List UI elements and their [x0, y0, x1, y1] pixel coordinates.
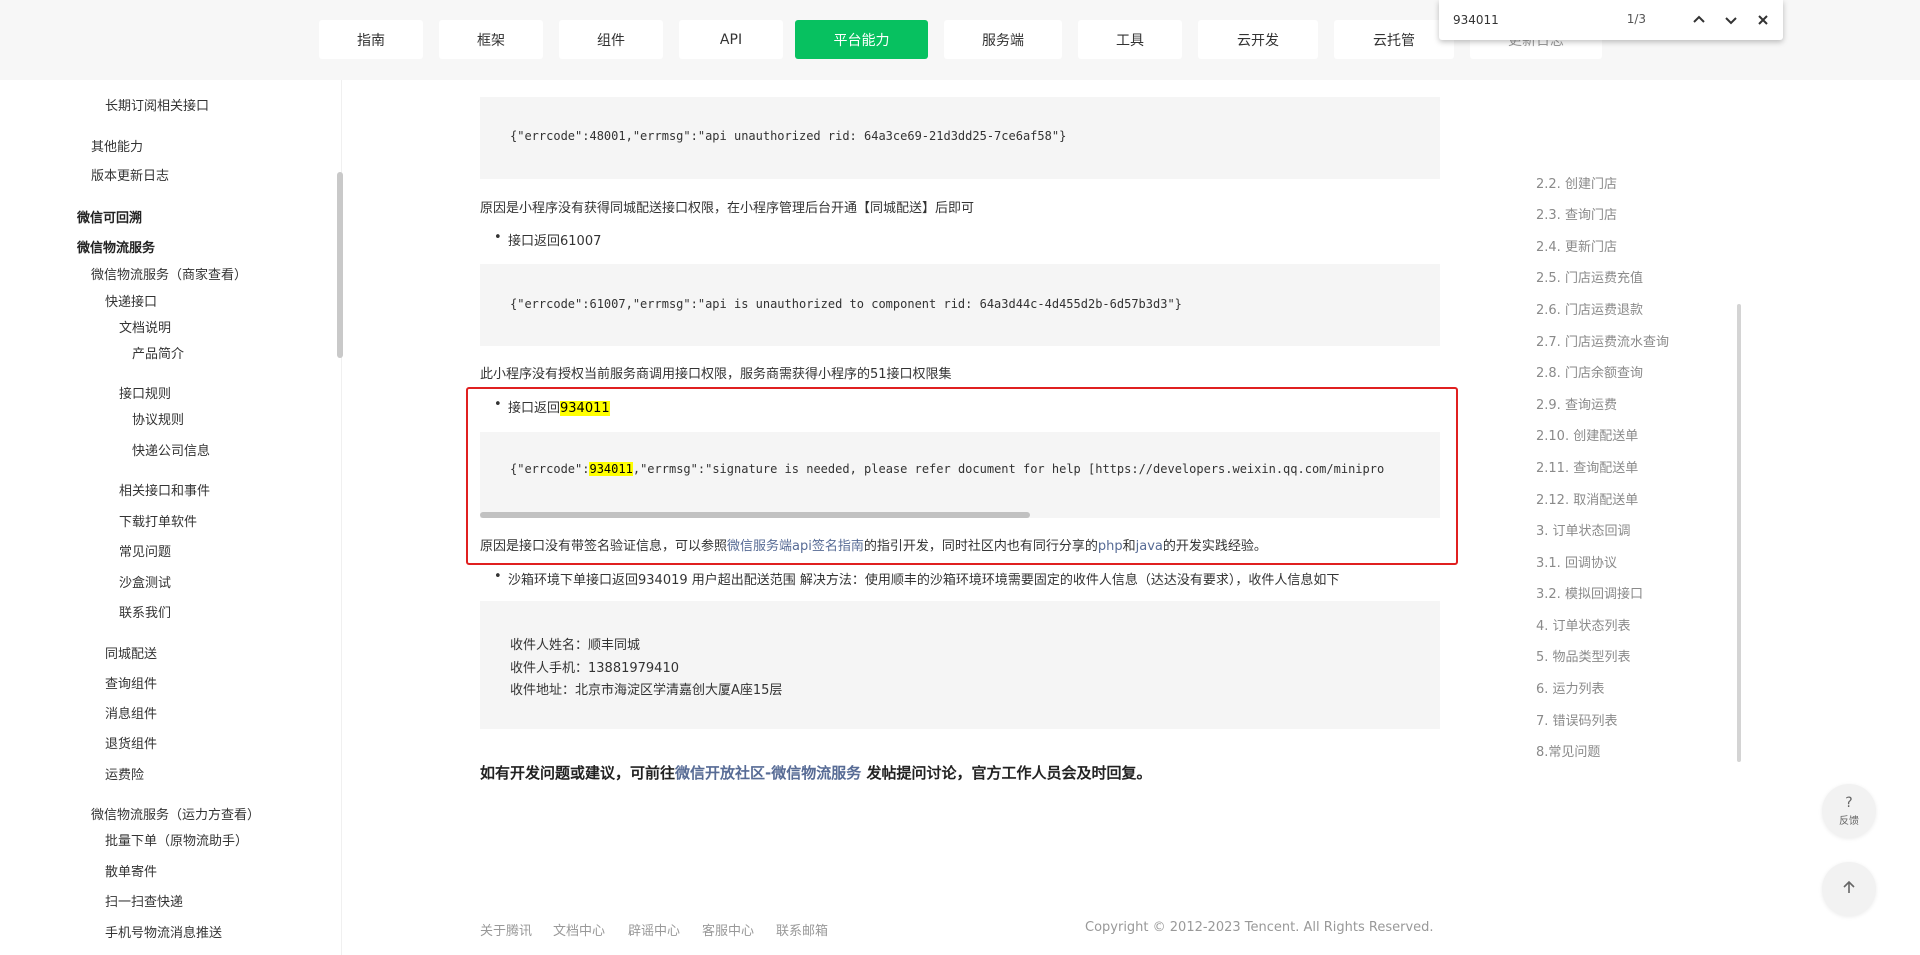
paragraph: 原因是小程序没有获得同城配送接口权限，在小程序管理后台开通【同城配送】后即可: [480, 201, 975, 216]
toc-item[interactable]: 3.1. 回调协议: [1536, 552, 1617, 571]
toc-scrollbar[interactable]: [1737, 304, 1741, 762]
sidebar-item[interactable]: 联系我们: [119, 602, 171, 621]
sidebar-item[interactable]: 产品简介: [132, 343, 184, 362]
sidebar-item[interactable]: 相关接口和事件: [119, 480, 210, 499]
toc-item[interactable]: 2.11. 查询配送单: [1536, 457, 1638, 476]
footer-link-service[interactable]: 客服中心: [702, 920, 754, 939]
footer-link-docs[interactable]: 文档中心: [553, 920, 605, 939]
tab-server[interactable]: 服务端: [944, 20, 1062, 59]
sidebar-item[interactable]: 散单寄件: [105, 861, 157, 880]
sidebar-item[interactable]: 其他能力: [91, 136, 143, 155]
tab-tools[interactable]: 工具: [1078, 20, 1182, 59]
toc-item[interactable]: 2.7. 门店运费流水查询: [1536, 331, 1669, 350]
sidebar-item[interactable]: 消息组件: [105, 703, 157, 722]
chevron-down-icon[interactable]: [1719, 8, 1743, 32]
toc-item[interactable]: 3.2. 模拟回调接口: [1536, 583, 1643, 602]
toc-item[interactable]: 2.8. 门店余额查询: [1536, 362, 1643, 381]
toc-item[interactable]: 2.4. 更新门店: [1536, 236, 1617, 255]
tab-cloud-hosting[interactable]: 云托管: [1334, 20, 1454, 59]
footer-link-about[interactable]: 关于腾讯: [480, 920, 532, 939]
code-block: {"errcode":48001,"errmsg":"api unauthori…: [480, 97, 1440, 179]
tab-guide[interactable]: 指南: [319, 20, 423, 59]
question-icon: ?: [1845, 794, 1853, 811]
toc-item[interactable]: 2.2. 创建门店: [1536, 173, 1617, 192]
toc-item[interactable]: 5. 物品类型列表: [1536, 646, 1631, 665]
tab-platform[interactable]: 平台能力: [795, 20, 928, 59]
arrow-up-icon: [1841, 879, 1857, 899]
sidebar-item[interactable]: 快递公司信息: [132, 440, 210, 459]
sidebar-item[interactable]: 同城配送: [105, 643, 157, 662]
sidebar-item[interactable]: 退货组件: [105, 733, 157, 752]
find-match-count: 1/3: [1626, 12, 1646, 26]
toc-item[interactable]: 2.9. 查询运费: [1536, 394, 1617, 413]
sidebar-item[interactable]: 协议规则: [132, 409, 184, 428]
sidebar-item[interactable]: 常见问题: [119, 541, 171, 560]
footer-link-mail[interactable]: 联系邮箱: [776, 920, 828, 939]
sidebar-item[interactable]: 运费险: [105, 764, 144, 783]
find-input[interactable]: [1453, 12, 1603, 28]
sidebar-item[interactable]: 接口规则: [119, 383, 171, 402]
toc-item[interactable]: 2.5. 门店运费充值: [1536, 267, 1643, 286]
toc-item[interactable]: 7. 错误码列表: [1536, 710, 1618, 729]
back-to-top-button[interactable]: [1822, 862, 1876, 916]
sidebar-scrollbar[interactable]: [337, 172, 343, 358]
footer-link-rumor[interactable]: 辟谣中心: [628, 920, 680, 939]
sidebar-item[interactable]: 批量下单（原物流助手）: [105, 830, 248, 849]
toc-item[interactable]: 2.12. 取消配送单: [1536, 489, 1638, 508]
tab-cloud-dev[interactable]: 云开发: [1198, 20, 1318, 59]
toc-item[interactable]: 4. 订单状态列表: [1536, 615, 1631, 634]
sidebar-item[interactable]: 微信物流服务: [77, 237, 155, 256]
chevron-up-icon[interactable]: [1687, 8, 1711, 32]
sidebar-item[interactable]: 手机号物流消息推送: [105, 922, 222, 941]
toc-item[interactable]: 2.6. 门店运费退款: [1536, 299, 1643, 318]
community-cta: 如有开发问题或建议，可前往微信开放社区-微信物流服务 发帖提问讨论，官方工作人员…: [480, 764, 1152, 782]
sidebar-item[interactable]: 微信可回溯: [77, 207, 142, 226]
copyright: Copyright © 2012-2023 Tencent. All Right…: [1085, 920, 1434, 935]
tab-framework[interactable]: 框架: [439, 20, 543, 59]
sidebar-item[interactable]: 扫一扫查快递: [105, 891, 183, 910]
sidebar-item[interactable]: 版本更新日志: [91, 165, 169, 184]
receiver-info-block: 收件人姓名：顺丰同城 收件人手机：13881979410 收件地址：北京市海淀区…: [480, 601, 1440, 729]
sidebar-item[interactable]: 微信物流服务（商家查看）: [91, 264, 247, 283]
feedback-button[interactable]: ? 反馈: [1822, 784, 1876, 838]
sidebar-item[interactable]: 长期订阅相关接口: [105, 95, 209, 114]
sidebar-item[interactable]: 沙盒测试: [119, 572, 171, 591]
list-item: 沙箱环境下单接口返回934019 用户超出配送范围 解决方法：使用顺丰的沙箱环境…: [494, 569, 1339, 588]
close-icon[interactable]: [1751, 8, 1775, 32]
tab-api[interactable]: API: [679, 20, 783, 59]
sidebar-item[interactable]: 快递接口: [105, 291, 157, 310]
paragraph: 此小程序没有授权当前服务商调用接口权限，服务商需获得小程序的51接口权限集: [480, 367, 952, 382]
sidebar-item[interactable]: 文档说明: [119, 317, 171, 336]
toc-item[interactable]: 8.常见问题: [1536, 741, 1600, 760]
feedback-label: 反馈: [1839, 815, 1859, 827]
toc-item[interactable]: 2.3. 查询门店: [1536, 204, 1617, 223]
find-bar: 1/3: [1439, 0, 1783, 40]
code-block: {"errcode":61007,"errmsg":"api is unauth…: [480, 264, 1440, 346]
tab-components[interactable]: 组件: [559, 20, 663, 59]
highlight-annotation-box: [466, 387, 1458, 565]
toc-item[interactable]: 2.10. 创建配送单: [1536, 425, 1638, 444]
sidebar-item[interactable]: 查询组件: [105, 673, 157, 692]
sidebar-item[interactable]: 下载打单软件: [119, 511, 197, 530]
sidebar: 长期订阅相关接口 其他能力 版本更新日志 微信可回溯 微信物流服务 微信物流服务…: [4, 80, 337, 955]
sidebar-item[interactable]: 微信物流服务（运力方查看）: [91, 804, 260, 823]
toc-item[interactable]: 3. 订单状态回调: [1536, 520, 1631, 539]
toc-item[interactable]: 6. 运力列表: [1536, 678, 1605, 697]
community-link[interactable]: 微信开放社区-微信物流服务: [675, 764, 861, 782]
list-item: 接口返回61007: [494, 230, 601, 249]
